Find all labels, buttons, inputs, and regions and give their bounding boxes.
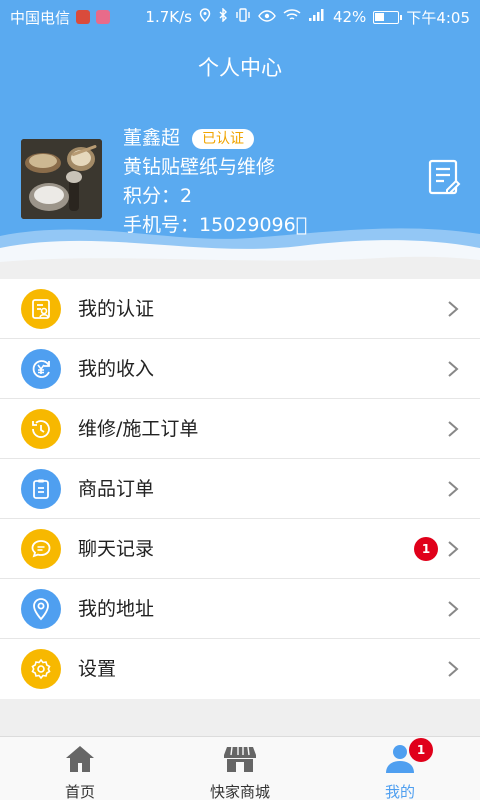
- bluetooth-icon: [218, 7, 228, 26]
- menu-item-product-orders[interactable]: 商品订单: [0, 459, 480, 519]
- profile-header: 中国电信 1.7K/s 42% 下午4:05 个人中心 董鑫超 已认证 黄钻贴壁…: [0, 0, 480, 270]
- menu-item-income[interactable]: 我的收入: [0, 339, 480, 399]
- store-icon: [224, 746, 256, 772]
- network-speed: 1.7K/s: [145, 8, 192, 26]
- app-notification-icon: [96, 10, 111, 24]
- verified-badge: 已认证: [192, 128, 255, 149]
- page-title: 个人中心: [198, 56, 282, 80]
- nav-home[interactable]: 首页: [0, 737, 160, 800]
- location-status-icon: [199, 8, 211, 26]
- chevron-right-icon: [448, 361, 459, 377]
- income-icon: [21, 349, 61, 389]
- points: 积分：2: [123, 185, 193, 207]
- chevron-right-icon: [448, 601, 459, 617]
- menu-item-label: 设置: [78, 658, 117, 680]
- menu-item-repair-orders[interactable]: 维修/施工订单: [0, 399, 480, 459]
- header-wave: [0, 228, 480, 270]
- home-icon: [66, 746, 94, 772]
- chevron-right-icon: [448, 541, 459, 557]
- menu-list: 我的认证 我的收入 维修/施工订单 商品订单 聊天记录 1 我的地址 设置: [0, 279, 480, 699]
- unread-badge: 1: [414, 537, 438, 561]
- nav-mine[interactable]: 我的: [320, 737, 480, 800]
- menu-item-chat-history[interactable]: 聊天记录 1: [0, 519, 480, 579]
- clock: 下午4:05: [406, 8, 470, 27]
- avatar[interactable]: [21, 139, 102, 219]
- location-pin-icon: [21, 589, 61, 629]
- app-notification-icon: [76, 10, 91, 24]
- gear-icon: [21, 649, 61, 689]
- nav-store[interactable]: 快家商城: [160, 737, 320, 800]
- menu-item-label: 维修/施工订单: [78, 418, 199, 440]
- edit-profile-button[interactable]: [425, 158, 463, 198]
- certificate-icon: [21, 289, 61, 329]
- battery-percent: 42%: [332, 8, 367, 26]
- edit-document-icon: [428, 159, 461, 195]
- clipboard-icon: [21, 469, 61, 509]
- user-name: 董鑫超: [123, 127, 181, 149]
- menu-item-settings[interactable]: 设置: [0, 639, 480, 699]
- vibrate-icon: [235, 8, 251, 26]
- menu-item-label: 聊天记录: [78, 538, 155, 560]
- menu-item-label: 我的地址: [78, 598, 155, 620]
- chevron-right-icon: [448, 481, 459, 497]
- menu-item-address[interactable]: 我的地址: [0, 579, 480, 639]
- wifi-icon: [283, 8, 301, 26]
- history-icon: [21, 409, 61, 449]
- bottom-nav: 首页 快家商城 我的: [0, 736, 480, 800]
- nav-badge: 1: [409, 738, 433, 762]
- nav-label: 快家商城: [209, 783, 270, 800]
- menu-item-label: 商品订单: [78, 478, 155, 500]
- chevron-right-icon: [448, 661, 459, 677]
- status-bar: 中国电信 1.7K/s 42% 下午4:05: [0, 0, 480, 34]
- nav-label: 首页: [64, 783, 95, 800]
- battery-icon: [373, 10, 403, 24]
- chevron-right-icon: [448, 421, 459, 437]
- nav-label: 我的: [384, 783, 415, 800]
- menu-item-label: 我的认证: [78, 298, 155, 320]
- chat-icon: [21, 529, 61, 569]
- chevron-right-icon: [448, 301, 459, 317]
- signal-icon: [308, 8, 326, 26]
- carrier-label: 中国电信: [10, 8, 71, 27]
- shop-name: 黄钻贴壁纸与维修: [123, 156, 276, 178]
- menu-item-certification[interactable]: 我的认证: [0, 279, 480, 339]
- eye-comfort-icon: [258, 8, 276, 26]
- menu-item-label: 我的收入: [78, 358, 155, 380]
